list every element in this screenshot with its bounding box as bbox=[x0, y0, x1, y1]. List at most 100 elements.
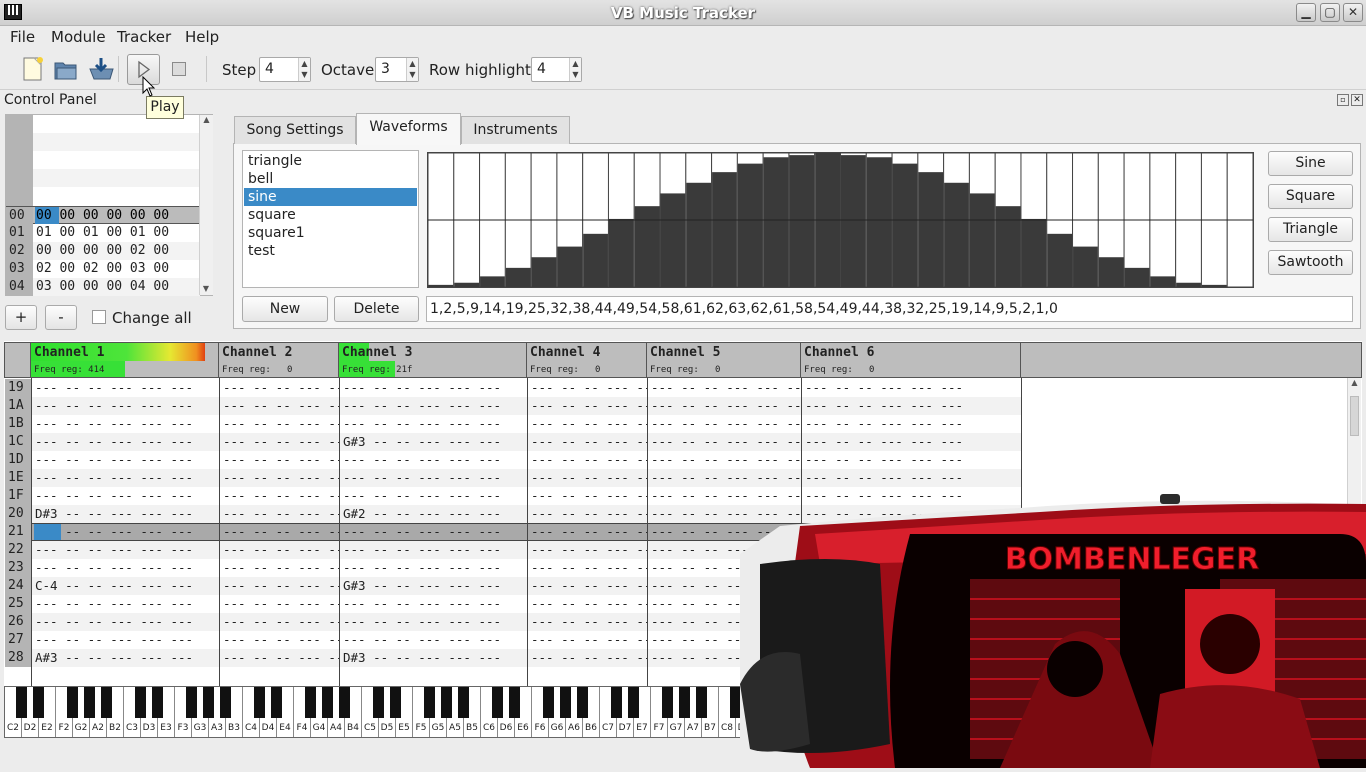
tracker-cell[interactable]: --- -- -- --- --- --- bbox=[220, 649, 339, 667]
black-key[interactable] bbox=[203, 687, 214, 718]
pattern-order-list[interactable]: 00 00 00 00 00 00 00 01 01 00 01 00 01 00… bbox=[5, 114, 213, 296]
triangle-button[interactable]: Triangle bbox=[1268, 217, 1353, 242]
waveform-sample-bar[interactable] bbox=[557, 246, 583, 287]
waveform-sample-bar[interactable] bbox=[1201, 284, 1227, 287]
tracker-cell[interactable]: --- -- -- --- --- --- bbox=[220, 397, 339, 415]
tracker-cell[interactable]: --- -- -- --- --- --- bbox=[528, 613, 647, 631]
black-key[interactable] bbox=[186, 687, 197, 718]
tracker-cell[interactable]: --- -- -- --- --- --- bbox=[340, 523, 527, 541]
waveform-values-field[interactable]: 1,2,5,9,14,19,25,32,38,44,49,54,58,61,62… bbox=[426, 296, 1353, 322]
tracker-cell[interactable]: --- -- -- --- --- --- bbox=[32, 541, 219, 559]
tracker-cell[interactable]: --- -- -- --- --- --- bbox=[220, 577, 339, 595]
tracker-cell[interactable]: --- -- -- --- --- --- bbox=[802, 379, 1021, 397]
black-key[interactable] bbox=[373, 687, 384, 718]
tracker-cell[interactable]: --- -- -- --- --- --- bbox=[32, 397, 219, 415]
waveform-plot[interactable] bbox=[427, 152, 1254, 288]
open-folder-icon[interactable] bbox=[53, 56, 79, 82]
waveform-sample-bar[interactable] bbox=[583, 233, 608, 287]
tracker-cell[interactable]: --- -- -- --- --- --- bbox=[220, 613, 339, 631]
spin-arrows-icon[interactable]: ▲ ▼ bbox=[298, 58, 310, 81]
waveform-item[interactable]: triangle bbox=[244, 152, 417, 170]
waveform-sample-bar[interactable] bbox=[531, 257, 557, 287]
black-key[interactable] bbox=[101, 687, 112, 718]
scroll-up-icon[interactable]: ▲ bbox=[1348, 378, 1361, 387]
waveform-sample-bar[interactable] bbox=[1047, 233, 1073, 287]
waveform-sample-bar[interactable] bbox=[1176, 282, 1201, 287]
tracker-cell[interactable]: --- -- -- --- --- --- bbox=[32, 433, 219, 451]
add-pattern-button[interactable]: + bbox=[5, 305, 37, 330]
waveform-sample-bar[interactable] bbox=[841, 155, 866, 287]
save-icon[interactable] bbox=[88, 56, 114, 82]
channel-5-header[interactable]: Channel 5 Freq reg: 0 bbox=[647, 342, 801, 378]
waveform-sample-bar[interactable] bbox=[608, 218, 634, 287]
black-key[interactable] bbox=[390, 687, 401, 718]
tracker-cell[interactable]: --- -- -- --- --- --- bbox=[32, 469, 219, 487]
black-key[interactable] bbox=[458, 687, 469, 718]
pattern-scrollbar[interactable]: ▲ ▼ bbox=[199, 115, 213, 295]
waveform-item[interactable]: square1 bbox=[244, 224, 417, 242]
tracker-cell[interactable]: --- -- -- --- --- --- bbox=[648, 433, 801, 451]
tracker-cell[interactable]: --- -- -- --- --- --- bbox=[528, 451, 647, 469]
black-key[interactable] bbox=[16, 687, 27, 718]
black-key[interactable] bbox=[339, 687, 350, 718]
tracker-cell[interactable]: --- -- -- --- --- --- bbox=[220, 469, 339, 487]
sine-button[interactable]: Sine bbox=[1268, 151, 1353, 176]
maximize-button[interactable]: ▢ bbox=[1320, 3, 1340, 22]
black-key[interactable] bbox=[424, 687, 435, 718]
tracker-cell[interactable]: --- -- -- --- --- --- bbox=[528, 469, 647, 487]
tracker-cell[interactable]: --- -- -- --- --- --- bbox=[648, 415, 801, 433]
waveform-sample-bar[interactable] bbox=[712, 172, 737, 287]
black-key[interactable] bbox=[152, 687, 163, 718]
tracker-cell[interactable]: --- -- -- --- --- --- bbox=[528, 631, 647, 649]
stop-icon[interactable] bbox=[172, 62, 186, 76]
black-key[interactable] bbox=[679, 687, 690, 718]
delete-waveform-button[interactable]: Delete bbox=[334, 296, 419, 322]
black-key[interactable] bbox=[628, 687, 639, 718]
black-key[interactable] bbox=[560, 687, 571, 718]
waveform-item[interactable]: square bbox=[244, 206, 417, 224]
tracker-cell[interactable]: --- -- -- --- --- --- bbox=[528, 505, 647, 523]
tracker-cell[interactable]: --- -- -- --- --- --- bbox=[340, 595, 527, 613]
tracker-cell[interactable]: --- -- -- --- --- --- bbox=[340, 379, 527, 397]
tracker-cell[interactable]: G#3 -- -- --- --- --- bbox=[340, 433, 527, 451]
tracker-cell[interactable]: --- -- -- --- --- --- bbox=[220, 505, 339, 523]
tracker-cell[interactable]: --- -- -- --- --- --- bbox=[802, 451, 1021, 469]
scroll-down-icon[interactable]: ▼ bbox=[200, 284, 212, 293]
tracker-cell[interactable]: --- -- -- --- --- --- bbox=[220, 631, 339, 649]
tracker-cell[interactable]: G#2 -- -- --- --- --- bbox=[340, 505, 527, 523]
waveform-sample-bar[interactable] bbox=[892, 163, 918, 287]
close-button[interactable]: ✕ bbox=[1343, 3, 1363, 22]
waveform-item-selected[interactable]: sine bbox=[244, 188, 417, 206]
channel-6-header[interactable]: Channel 6 Freq reg: 0 bbox=[801, 342, 1021, 378]
panel-close-icon[interactable]: ✕ bbox=[1351, 94, 1363, 106]
tracker-cell[interactable]: --- -- -- --- --- --- bbox=[802, 415, 1021, 433]
remove-pattern-button[interactable]: - bbox=[45, 305, 77, 330]
tracker-cell[interactable]: --- -- -- --- --- --- bbox=[32, 595, 219, 613]
tracker-cell[interactable]: --- -- -- --- --- --- bbox=[528, 595, 647, 613]
pattern-row[interactable]: 04 03 00 00 00 04 00 bbox=[6, 278, 200, 296]
menu-tracker[interactable]: Tracker bbox=[117, 28, 171, 46]
waveform-sample-bar[interactable] bbox=[1098, 257, 1124, 287]
tracker-cell[interactable]: --- -- -- --- --- --- bbox=[220, 451, 339, 469]
tracker-cell[interactable]: A#3 -- -- --- --- --- bbox=[32, 649, 219, 667]
black-key[interactable] bbox=[441, 687, 452, 718]
waveform-sample-bar[interactable] bbox=[737, 163, 763, 287]
tracker-cell[interactable]: --- -- -- --- --- --- bbox=[32, 379, 219, 397]
tracker-cell[interactable]: C-4 -- -- --- --- --- bbox=[32, 577, 219, 595]
spin-arrows-icon[interactable]: ▲ ▼ bbox=[406, 58, 418, 81]
waveform-sample-bar[interactable] bbox=[480, 276, 505, 287]
black-key[interactable] bbox=[135, 687, 146, 718]
black-key[interactable] bbox=[611, 687, 622, 718]
waveform-sample-bar[interactable] bbox=[995, 206, 1021, 287]
square-button[interactable]: Square bbox=[1268, 184, 1353, 209]
tracker-cell[interactable]: --- -- -- --- --- --- bbox=[340, 541, 527, 559]
tracker-cell[interactable]: --- -- -- --- --- --- bbox=[32, 613, 219, 631]
black-key[interactable] bbox=[305, 687, 316, 718]
row-highlight-spinbox[interactable]: 4 ▲ ▼ bbox=[531, 57, 582, 82]
tracker-cell[interactable]: --- -- -- --- --- --- bbox=[802, 433, 1021, 451]
tracker-cell[interactable]: --- -- -- --- --- --- bbox=[220, 595, 339, 613]
tab-song-settings[interactable]: Song Settings bbox=[234, 116, 356, 144]
waveform-sample-bar[interactable] bbox=[454, 282, 480, 287]
step-spinbox[interactable]: 4 ▲ ▼ bbox=[259, 57, 311, 82]
waveform-sample-bar[interactable] bbox=[1124, 267, 1150, 287]
